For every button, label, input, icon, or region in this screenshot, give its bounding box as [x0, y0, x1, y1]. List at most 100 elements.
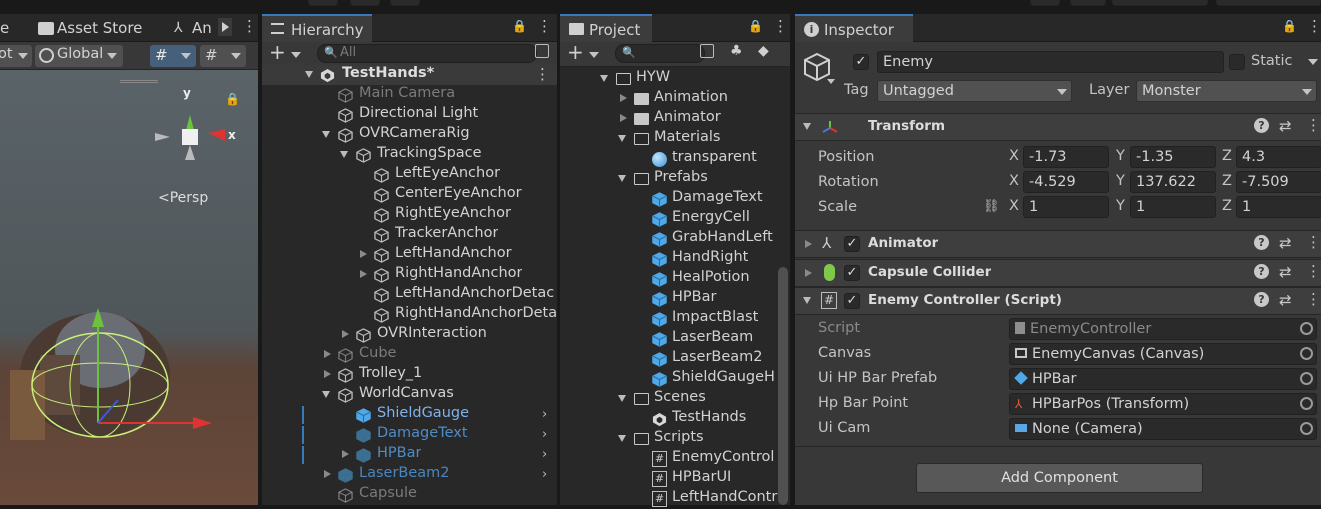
tab-scene[interactable]: e — [0, 14, 28, 42]
help-icon[interactable]: ? — [1254, 292, 1269, 307]
history-button[interactable] — [1030, 0, 1060, 6]
fold-open-icon[interactable] — [803, 123, 811, 130]
object-picker-icon[interactable] — [1300, 322, 1313, 335]
lock-icon[interactable]: 🔒 — [748, 19, 763, 33]
project-item[interactable]: ShieldGaugeH — [560, 369, 778, 389]
project-item[interactable]: Scenes — [560, 389, 778, 409]
hierarchy-item[interactable]: TrackerAnchor — [262, 225, 557, 245]
object-reference-field[interactable]: ⅄ HPBarPos (Transform) — [1009, 393, 1317, 415]
hierarchy-item[interactable]: Capsule — [262, 485, 557, 505]
tab-hierarchy[interactable]: Hierarchy — [262, 14, 372, 42]
axis-y-label[interactable]: Y — [1116, 148, 1125, 164]
add-component-button[interactable]: Add Component — [916, 463, 1203, 493]
project-item[interactable]: HandRight — [560, 249, 778, 269]
hierarchy-item[interactable]: RightHandAnchor — [262, 265, 557, 285]
project-item[interactable]: TestHands — [560, 409, 778, 429]
hierarchy-item[interactable]: CenterEyeAnchor — [262, 185, 557, 205]
tab-asset-store[interactable]: Asset Store — [30, 14, 170, 42]
hierarchy-item[interactable]: WorldCanvas — [262, 385, 557, 405]
orientation-gizmo[interactable] — [150, 85, 240, 180]
tab-animator[interactable]: ⅄ An — [170, 14, 220, 42]
fold-closed-icon[interactable] — [360, 250, 367, 258]
help-icon[interactable]: ? — [1254, 235, 1269, 250]
hierarchy-item[interactable]: ShieldGauge › — [262, 405, 557, 425]
more-menu-icon[interactable]: ⋮ — [1307, 17, 1321, 35]
fold-closed-icon[interactable] — [620, 94, 627, 102]
object-picker-icon[interactable] — [1300, 372, 1313, 385]
icon-picker-chevron[interactable] — [827, 79, 835, 84]
hierarchy-item[interactable]: Main Camera — [262, 85, 557, 105]
more-menu-icon[interactable]: ⋮ — [535, 65, 550, 83]
axis-z-label[interactable]: Z — [1222, 173, 1232, 189]
hierarchy-search-input[interactable]: 🔍 All — [317, 44, 537, 63]
project-item[interactable]: # EnemyControl — [560, 449, 778, 469]
enemy-model-preview[interactable] — [0, 275, 230, 455]
axis-z-label[interactable]: Z — [1222, 148, 1232, 164]
hierarchy-item[interactable]: LeftHandAnchorDetac — [262, 285, 557, 305]
hierarchy-item[interactable]: LaserBeam2 › — [262, 465, 557, 485]
layer-dropdown[interactable]: Monster — [1136, 80, 1317, 102]
tab-project[interactable]: Project — [560, 14, 652, 42]
more-menu-icon[interactable]: ⋮ — [1306, 262, 1321, 280]
hierarchy-item[interactable]: HPBar › — [262, 445, 557, 465]
project-scrollbar[interactable] — [778, 267, 788, 505]
project-item[interactable]: Scripts — [560, 429, 778, 449]
project-item[interactable]: Animation — [560, 89, 778, 109]
project-item[interactable]: Materials — [560, 129, 778, 149]
hierarchy-item[interactable]: OVRInteraction — [262, 325, 557, 345]
static-checkbox[interactable] — [1229, 54, 1245, 70]
fold-open-icon[interactable] — [600, 75, 608, 82]
project-item[interactable]: # HPBarUI — [560, 469, 778, 489]
hierarchy-item[interactable]: LeftEyeAnchor — [262, 165, 557, 185]
tab-inspector[interactable]: i Inspector — [795, 14, 913, 42]
hierarchy-item[interactable]: Cube — [262, 345, 557, 365]
script-enabled-checkbox[interactable]: ✓ — [844, 293, 860, 309]
fold-closed-icon[interactable] — [324, 470, 331, 478]
rotation-x-field[interactable]: -4.529 — [1023, 171, 1109, 193]
fold-open-icon[interactable] — [803, 297, 811, 304]
presets-icon[interactable]: ⇄ — [1279, 117, 1292, 135]
project-item[interactable]: HPBar — [560, 289, 778, 309]
filter-by-type-icon[interactable]: ♣ — [730, 43, 743, 59]
hierarchy-item[interactable]: TrackingSpace — [262, 145, 557, 165]
position-y-field[interactable]: -1.35 — [1130, 146, 1216, 168]
grid-snap-toggle[interactable]: # — [150, 45, 196, 67]
lock-icon[interactable]: 🔒 — [1282, 19, 1297, 33]
pivot-dropdown[interactable]: ot — [0, 45, 32, 67]
hierarchy-item[interactable]: RightEyeAnchor — [262, 205, 557, 225]
create-asset-button[interactable]: + — [565, 40, 609, 64]
hierarchy-item[interactable]: OVRCameraRig — [262, 125, 557, 145]
axis-y-label[interactable]: Y — [1116, 198, 1125, 214]
presets-icon[interactable]: ⇄ — [1279, 263, 1292, 281]
fold-closed-icon[interactable] — [805, 240, 812, 248]
fold-closed-icon[interactable] — [324, 370, 331, 378]
scene-header-row[interactable]: TestHands* ⋮ — [262, 65, 557, 85]
project-item[interactable]: transparent — [560, 149, 778, 169]
create-button[interactable]: + — [267, 40, 311, 64]
capsule-collider-header[interactable]: ✓ Capsule Collider ? ⇄ ⋮ — [795, 259, 1321, 287]
rotation-y-field[interactable]: 137.622 — [1130, 171, 1216, 193]
search-by-type-icon[interactable] — [700, 44, 714, 58]
axis-x-label[interactable]: X — [1009, 173, 1019, 189]
chevron-right-icon[interactable]: › — [542, 427, 547, 442]
constrain-proportions-icon[interactable]: ⛓ — [983, 199, 1000, 214]
more-menu-icon[interactable]: ⋮ — [1306, 233, 1321, 251]
more-menu-icon[interactable]: ⋮ — [537, 17, 552, 35]
more-menu-icon[interactable]: ⋮ — [1306, 116, 1321, 134]
scene-viewport[interactable]: 🔒 y x <Persp — [0, 70, 258, 505]
project-item[interactable]: Prefabs — [560, 169, 778, 189]
global-dropdown[interactable]: Global — [35, 45, 123, 67]
project-item[interactable]: HealPotion — [560, 269, 778, 289]
more-menu-icon[interactable]: ⋮ — [242, 17, 257, 35]
position-z-field[interactable]: 4.3 — [1236, 146, 1321, 168]
search-options-icon[interactable] — [535, 44, 549, 58]
help-icon[interactable]: ? — [1254, 264, 1269, 279]
collider-enabled-checkbox[interactable]: ✓ — [844, 265, 860, 281]
chevron-right-icon[interactable]: › — [542, 467, 547, 482]
fold-closed-icon[interactable] — [620, 114, 627, 122]
object-name-field[interactable]: Enemy — [877, 51, 1224, 73]
scale-y-field[interactable]: 1 — [1130, 196, 1216, 218]
animator-enabled-checkbox[interactable]: ✓ — [844, 236, 860, 252]
layers-dropdown[interactable] — [1112, 0, 1208, 6]
hierarchy-item[interactable]: LeftHandAnchor — [262, 245, 557, 265]
